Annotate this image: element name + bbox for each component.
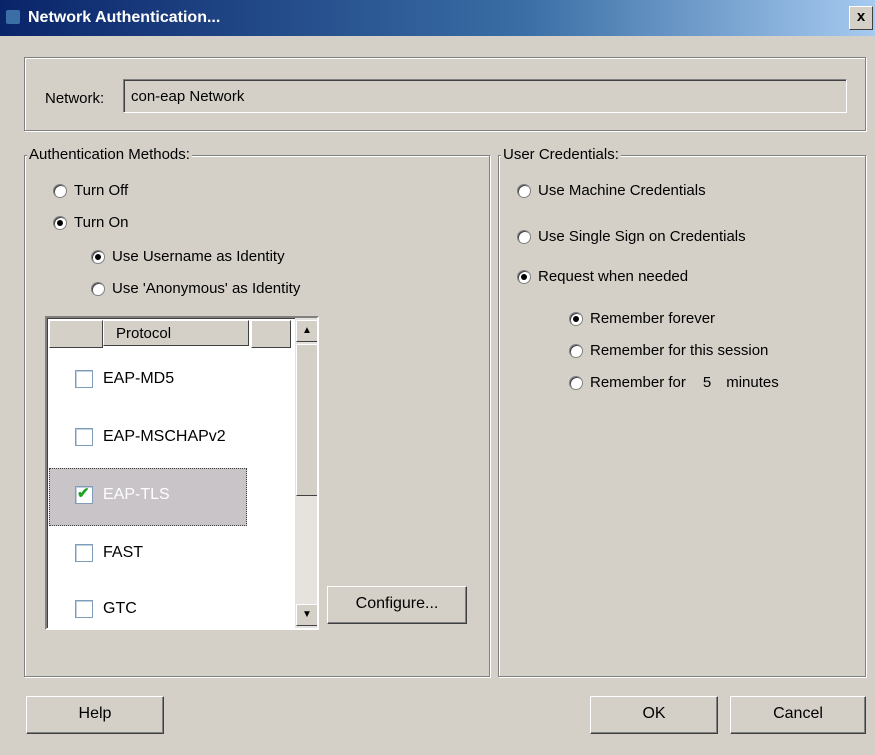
eap-md5-checkbox[interactable] (75, 370, 93, 388)
configure-button[interactable]: Configure... (327, 586, 467, 624)
use-anonymous-label: Use 'Anonymous' as Identity (112, 280, 301, 297)
request-when-needed-radio-circle[interactable] (517, 269, 531, 284)
use-sso-credentials-radio[interactable]: Use Single Sign on Credentials (517, 228, 746, 245)
turn-on-radio[interactable]: Turn On (53, 214, 128, 231)
network-field[interactable]: con-eap Network (123, 79, 847, 113)
network-value: con-eap Network (131, 88, 245, 105)
turn-on-label: Turn On (74, 214, 129, 231)
title-bar: Network Authentication... x (0, 0, 875, 36)
use-anonymous-radio-circle[interactable] (91, 281, 105, 296)
turn-off-radio[interactable]: Turn Off (53, 182, 128, 199)
scroll-thumb[interactable] (296, 344, 317, 496)
eap-mschapv2-checkbox[interactable] (75, 428, 93, 446)
protocol-column-label: Protocol (116, 325, 172, 342)
sso-credentials-radio-circle[interactable] (517, 229, 531, 244)
use-username-label: Use Username as Identity (112, 248, 285, 265)
use-username-radio-circle[interactable] (91, 249, 105, 264)
protocol-item-eap-mschapv2[interactable]: EAP-MSCHAPv2 (75, 428, 226, 446)
gtc-checkbox[interactable] (75, 600, 93, 618)
sso-credentials-label: Use Single Sign on Credentials (538, 228, 746, 245)
eap-md5-label: EAP-MD5 (103, 370, 175, 387)
remember-forever-radio-circle[interactable] (569, 311, 583, 326)
protocol-list-header-blank (49, 320, 103, 348)
network-group: Network: con-eap Network (24, 57, 866, 131)
remember-session-label: Remember for this session (590, 342, 769, 359)
gtc-label: GTC (103, 600, 137, 617)
scroll-up-arrow-icon[interactable]: ▲ (296, 320, 317, 342)
remember-for-label: Remember for (590, 374, 686, 391)
turn-on-radio-circle[interactable] (53, 215, 67, 230)
user-credentials-legend: User Credentials: (501, 146, 621, 163)
remember-for-minutes-radio-circle[interactable] (569, 375, 583, 390)
eap-tls-label: EAP-TLS (103, 486, 170, 503)
cancel-button[interactable]: Cancel (730, 696, 866, 734)
user-credentials-group: User Credentials: Use Machine Credential… (498, 146, 866, 677)
remember-minutes-input[interactable]: 5 (703, 374, 711, 391)
remember-session-radio-circle[interactable] (569, 343, 583, 358)
turn-off-radio-circle[interactable] (53, 183, 67, 198)
remember-session-radio[interactable]: Remember for this session (569, 342, 768, 359)
protocol-column-header[interactable]: Protocol (103, 320, 249, 346)
machine-credentials-label: Use Machine Credentials (538, 182, 706, 199)
remember-forever-label: Remember forever (590, 310, 716, 327)
turn-off-label: Turn Off (74, 182, 129, 199)
request-when-needed-label: Request when needed (538, 268, 689, 285)
use-username-identity-radio[interactable]: Use Username as Identity (91, 248, 285, 265)
use-anonymous-identity-radio[interactable]: Use 'Anonymous' as Identity (91, 280, 300, 297)
eap-tls-checkbox[interactable] (75, 484, 93, 504)
help-button[interactable]: Help (26, 696, 164, 734)
protocol-item-eap-md5[interactable]: EAP-MD5 (75, 370, 174, 388)
protocol-list-header-extra (251, 320, 291, 348)
scroll-down-arrow-icon[interactable]: ▼ (296, 604, 317, 626)
remember-forever-radio[interactable]: Remember forever (569, 310, 715, 327)
authentication-methods-group: Authentication Methods: Turn Off Turn On… (24, 146, 490, 677)
app-icon (6, 10, 20, 24)
window-title: Network Authentication... (28, 9, 221, 26)
use-machine-credentials-radio[interactable]: Use Machine Credentials (517, 182, 706, 199)
remember-for-minutes-radio[interactable]: Remember for 5 minutes (569, 374, 779, 391)
protocol-list[interactable]: Protocol EAP-MD5 EAP-MSCHAPv2 EAP-TLS FA… (45, 316, 319, 630)
machine-credentials-radio-circle[interactable] (517, 183, 531, 198)
fast-label: FAST (103, 544, 144, 561)
ok-button[interactable]: OK (590, 696, 718, 734)
protocol-item-fast[interactable]: FAST (75, 544, 143, 562)
protocol-item-eap-tls[interactable]: EAP-TLS (75, 484, 170, 504)
request-when-needed-radio[interactable]: Request when needed (517, 268, 688, 285)
fast-checkbox[interactable] (75, 544, 93, 562)
close-button[interactable]: x (849, 6, 873, 30)
protocol-list-scrollbar[interactable]: ▲ ▼ (295, 318, 317, 628)
network-label: Network: (45, 90, 105, 107)
authentication-methods-legend: Authentication Methods: (27, 146, 192, 163)
remember-minutes-unit: minutes (726, 374, 779, 391)
eap-mschapv2-label: EAP-MSCHAPv2 (103, 428, 226, 445)
protocol-item-gtc[interactable]: GTC (75, 600, 137, 618)
